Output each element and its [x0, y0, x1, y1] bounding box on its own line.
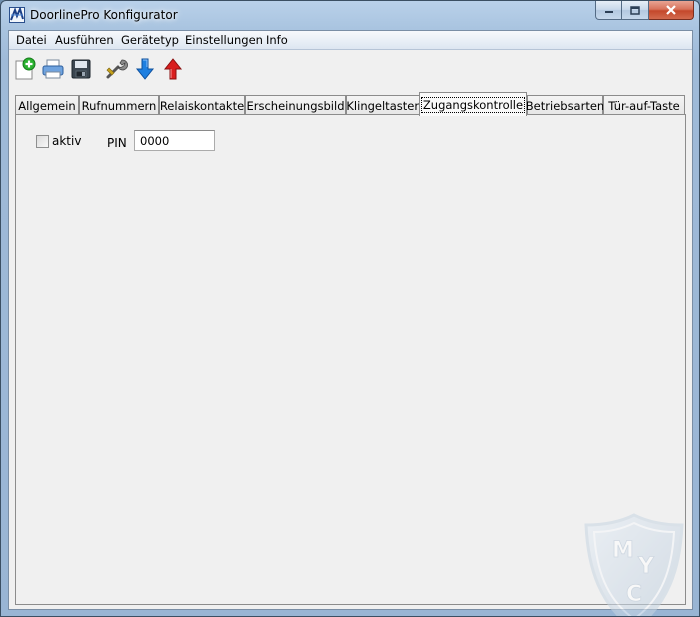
- menu-info[interactable]: Info: [265, 33, 289, 47]
- tab-relaiskontakte[interactable]: Relaiskontakte: [159, 95, 245, 115]
- save-button[interactable]: [69, 57, 93, 81]
- new-file-icon: [15, 57, 36, 80]
- tab-label: Erscheinungsbild: [246, 98, 345, 113]
- tab-tuer-auf-taste[interactable]: Tür-auf-Taste: [603, 95, 685, 115]
- tab-label: Allgemein: [18, 98, 76, 113]
- save-icon: [71, 59, 91, 79]
- close-button[interactable]: [649, 1, 694, 20]
- tab-allgemein[interactable]: Allgemein: [15, 95, 79, 115]
- close-icon: [666, 5, 676, 15]
- watermark-letter-c: C: [626, 582, 642, 607]
- toolbar: [9, 51, 692, 89]
- maximize-button[interactable]: [622, 1, 649, 20]
- tab-erscheinungsbild[interactable]: Erscheinungsbild: [245, 95, 346, 115]
- tab-betriebsarten[interactable]: Betriebsarten: [525, 95, 605, 115]
- maximize-icon: [630, 5, 640, 15]
- tab-label: Betriebsarten: [525, 98, 605, 113]
- download-arrow-icon: [135, 58, 155, 80]
- upload-arrow-icon: [163, 58, 183, 80]
- menu-bar: Datei Ausführen Gerätetyp Einstellungen …: [9, 31, 692, 50]
- caption-buttons: [595, 1, 694, 20]
- tab-zugangskontrolle[interactable]: Zugangskontrolle: [419, 92, 527, 116]
- minimize-button[interactable]: [595, 1, 622, 20]
- myc-shield-watermark: M Y C: [582, 513, 687, 616]
- watermark-letter-y: Y: [637, 554, 655, 579]
- aktiv-checkbox[interactable]: [36, 135, 49, 148]
- client-area: Datei Ausführen Gerätetyp Einstellungen …: [8, 30, 693, 616]
- tab-label: Zugangskontrolle: [420, 96, 526, 113]
- tab-label: Klingeltasten: [346, 98, 422, 113]
- settings-wrench-icon: [106, 59, 128, 79]
- new-button[interactable]: [13, 57, 37, 81]
- pin-input[interactable]: [134, 130, 215, 151]
- menu-einstellungen[interactable]: Einstellungen: [184, 33, 264, 47]
- tab-rufnummern[interactable]: Rufnummern: [79, 95, 159, 115]
- tab-klingeltasten[interactable]: Klingeltasten: [346, 95, 422, 115]
- watermark-letter-m: M: [612, 538, 634, 563]
- menu-ausfuehren[interactable]: Ausführen: [54, 33, 115, 47]
- menu-datei[interactable]: Datei: [15, 33, 48, 47]
- tab-label: Rufnummern: [81, 98, 157, 113]
- window-title: DoorlinePro Konfigurator: [30, 8, 178, 22]
- app-window: DoorlinePro Konfigurator Datei Ausführen…: [0, 0, 700, 617]
- title-bar[interactable]: DoorlinePro Konfigurator: [1, 1, 699, 30]
- tab-label: Relaiskontakte: [159, 98, 245, 113]
- doorline-app-icon[interactable]: [9, 6, 25, 23]
- print-button[interactable]: [41, 57, 65, 81]
- pin-label: PIN: [107, 136, 127, 150]
- upload-button[interactable]: [161, 57, 185, 81]
- settings-button[interactable]: [105, 57, 129, 81]
- minimize-icon: [604, 11, 613, 13]
- menu-geraetetyp[interactable]: Gerätetyp: [120, 33, 180, 47]
- print-icon: [42, 59, 64, 79]
- tab-label: Tür-auf-Taste: [608, 98, 680, 113]
- aktiv-label[interactable]: aktiv: [52, 134, 81, 148]
- zugangskontrolle-panel: aktiv PIN M Y C: [15, 114, 686, 616]
- download-button[interactable]: [133, 57, 157, 81]
